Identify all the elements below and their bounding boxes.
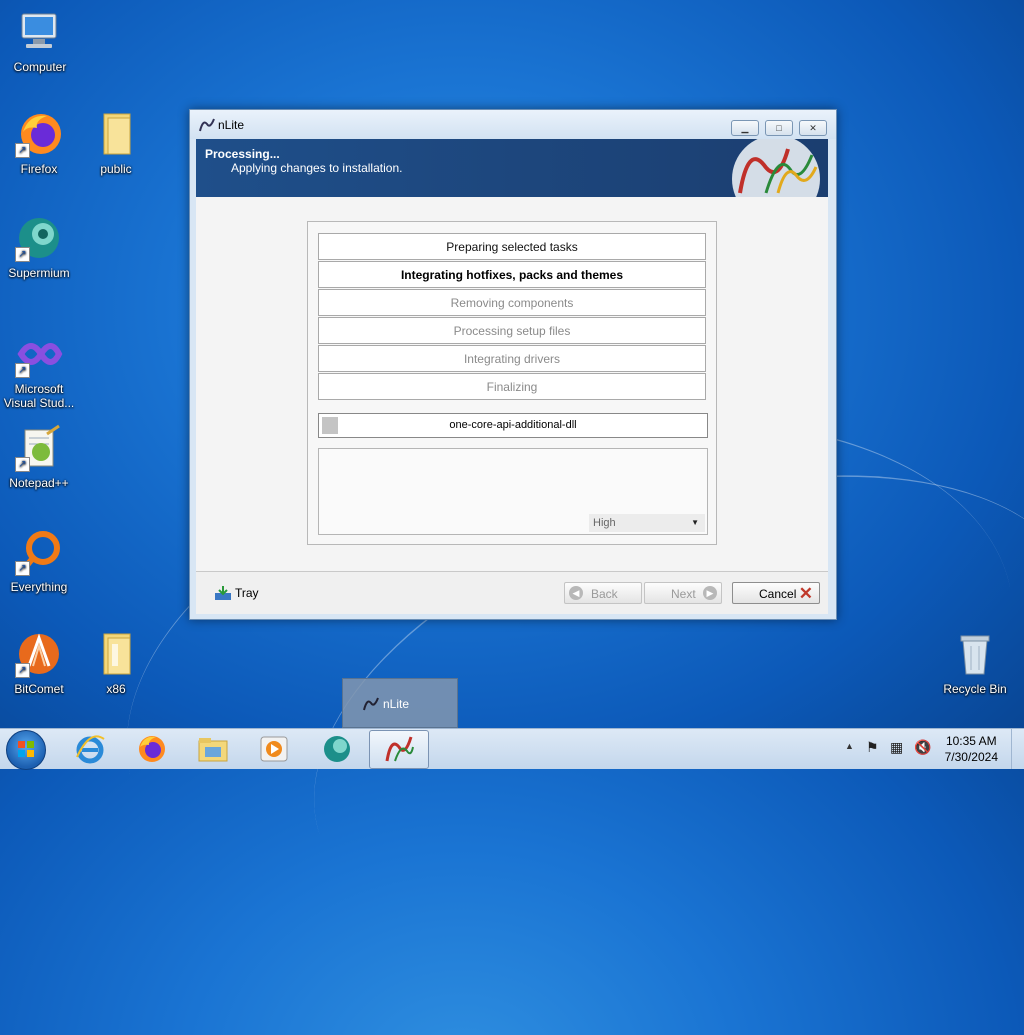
chevron-down-icon: ▼ [691, 518, 699, 527]
task-item: Removing components [318, 289, 706, 316]
desktop-icon-label: Microsoft Visual Stud... [3, 382, 75, 410]
firefox-icon[interactable] [135, 733, 167, 765]
taskbar-preview[interactable]: nLite [342, 678, 458, 728]
priority-value: High [593, 517, 616, 529]
back-label: Back [591, 587, 618, 601]
desktop-icon-public[interactable]: public [78, 110, 154, 176]
nlite-window: nLite ▁ □ ✕ Processing... Applying chang… [189, 109, 837, 620]
current-item-label: one-core-api-additional-dll [449, 419, 577, 431]
desktop-icon-label: Everything [10, 580, 68, 594]
task-item: Processing setup files [318, 317, 706, 344]
next-label: Next [671, 587, 696, 601]
nlite-logo-icon [363, 697, 379, 711]
task-panel: Preparing selected tasks Integrating hot… [307, 221, 717, 545]
tray-label: Tray [235, 586, 259, 600]
item-progress-bar: one-core-api-additional-dll [318, 413, 708, 438]
desktop-icon-label: public [100, 162, 132, 176]
minimize-button[interactable]: ▁ [731, 120, 759, 136]
windows-logo-icon [18, 741, 34, 757]
clock-time: 10:35 AM [945, 734, 997, 748]
shortcut-arrow-icon: ↗ [15, 363, 30, 378]
shortcut-arrow-icon: ↗ [15, 457, 30, 472]
desktop-icon-supermium[interactable]: ↗ Supermium [1, 214, 77, 280]
task-item: Finalizing [318, 373, 706, 400]
shortcut-arrow-icon: ↗ [15, 143, 30, 158]
firefox-icon: ↗ [15, 110, 63, 158]
desktop-icon-x86[interactable]: x86 [78, 630, 154, 696]
supermium-icon[interactable] [321, 733, 353, 765]
file-explorer-icon[interactable] [197, 733, 229, 765]
visual-studio-icon: ↗ [15, 330, 63, 378]
arrow-left-icon: ◀ [569, 586, 583, 600]
task-item: Integrating drivers [318, 345, 706, 372]
nlite-logo-icon [199, 118, 215, 132]
folder-icon [92, 110, 140, 158]
window-client: Processing... Applying changes to instal… [196, 139, 828, 614]
desktop-icon-firefox[interactable]: ↗ Firefox [1, 110, 77, 176]
tray-icon [215, 586, 231, 600]
header-subtitle: Applying changes to installation. [231, 161, 403, 175]
desktop-icon-label: Computer [13, 60, 67, 74]
clock-date: 7/30/2024 [944, 750, 998, 764]
cancel-button[interactable]: Cancel ✕ [732, 582, 820, 604]
minimize-icon: ▁ [741, 123, 749, 133]
arrow-right-icon: ▶ [703, 586, 717, 600]
window-title: nLite [218, 118, 245, 132]
recycle-bin-icon [951, 630, 999, 678]
task-item-active: Integrating hotfixes, packs and themes [318, 261, 706, 288]
start-button[interactable] [6, 730, 46, 770]
media-player-icon[interactable] [258, 733, 290, 765]
close-button[interactable]: ✕ [799, 120, 827, 136]
preview-label: nLite [383, 697, 410, 711]
shortcut-arrow-icon: ↗ [15, 561, 30, 576]
desktop-icon-label: x86 [106, 682, 126, 696]
bitcomet-icon: ↗ [15, 630, 63, 678]
maximize-button[interactable]: □ [765, 120, 793, 136]
desktop-icon-label: BitComet [14, 682, 64, 696]
system-clock[interactable]: 10:35 AM 7/30/2024 [945, 733, 998, 765]
desktop-icon-label: Notepad++ [9, 476, 69, 490]
priority-select[interactable]: High ▼ [589, 514, 705, 532]
task-item: Preparing selected tasks [318, 233, 706, 260]
network-icon[interactable]: ▦ [890, 739, 903, 756]
cancel-label: Cancel [759, 587, 797, 601]
desktop-icon-visual-studio[interactable]: ↗ Microsoft Visual Stud... [1, 330, 77, 410]
supermium-icon: ↗ [15, 214, 63, 262]
volume-muted-icon[interactable]: 🔇 [914, 739, 931, 756]
nlite-logo-icon [732, 139, 820, 197]
taskbar-nlite-button[interactable] [369, 730, 429, 769]
wizard-header: Processing... Applying changes to instal… [196, 139, 828, 197]
desktop-icon-label: Firefox [20, 162, 58, 176]
notepadpp-icon: ↗ [15, 424, 63, 472]
desktop-icon-everything[interactable]: ↗ Everything [1, 528, 77, 594]
desktop-icon-bitcomet[interactable]: ↗ BitComet [1, 630, 77, 696]
internet-explorer-icon[interactable] [74, 733, 106, 765]
desktop-icon-notepadpp[interactable]: ↗ Notepad++ [1, 424, 77, 490]
maximize-icon: □ [776, 123, 782, 133]
desktop-icon-label: Recycle Bin [943, 682, 1007, 696]
wizard-body: Preparing selected tasks Integrating hot… [196, 197, 828, 571]
desktop-icon-computer[interactable]: Computer [2, 8, 78, 74]
header-title: Processing... [205, 147, 280, 161]
close-icon: ✕ [809, 123, 817, 133]
show-hidden-icons-button[interactable]: ▲ [845, 741, 854, 751]
computer-icon [16, 8, 64, 56]
back-button[interactable]: ◀ Back [564, 582, 642, 604]
next-button[interactable]: Next ▶ [644, 582, 722, 604]
shortcut-arrow-icon: ↗ [15, 247, 30, 262]
everything-icon: ↗ [15, 528, 63, 576]
show-desktop-button[interactable] [1011, 729, 1024, 769]
log-area: High ▼ [318, 448, 708, 535]
window-titlebar[interactable]: nLite ▁ □ ✕ [190, 110, 836, 139]
cancel-x-icon: ✕ [798, 584, 813, 603]
nlite-logo-icon [385, 736, 414, 762]
folder-icon [92, 630, 140, 678]
desktop-icon-recycle-bin[interactable]: Recycle Bin [937, 630, 1013, 696]
taskbar: ▲ ⚑ ▦ 🔇 10:35 AM 7/30/2024 [0, 728, 1024, 770]
wizard-footer: Tray ◀ Back Next ▶ Cancel ✕ [196, 571, 828, 614]
shortcut-arrow-icon: ↗ [15, 663, 30, 678]
desktop-icon-label: Supermium [8, 266, 70, 280]
action-center-flag-icon[interactable]: ⚑ [866, 739, 879, 756]
